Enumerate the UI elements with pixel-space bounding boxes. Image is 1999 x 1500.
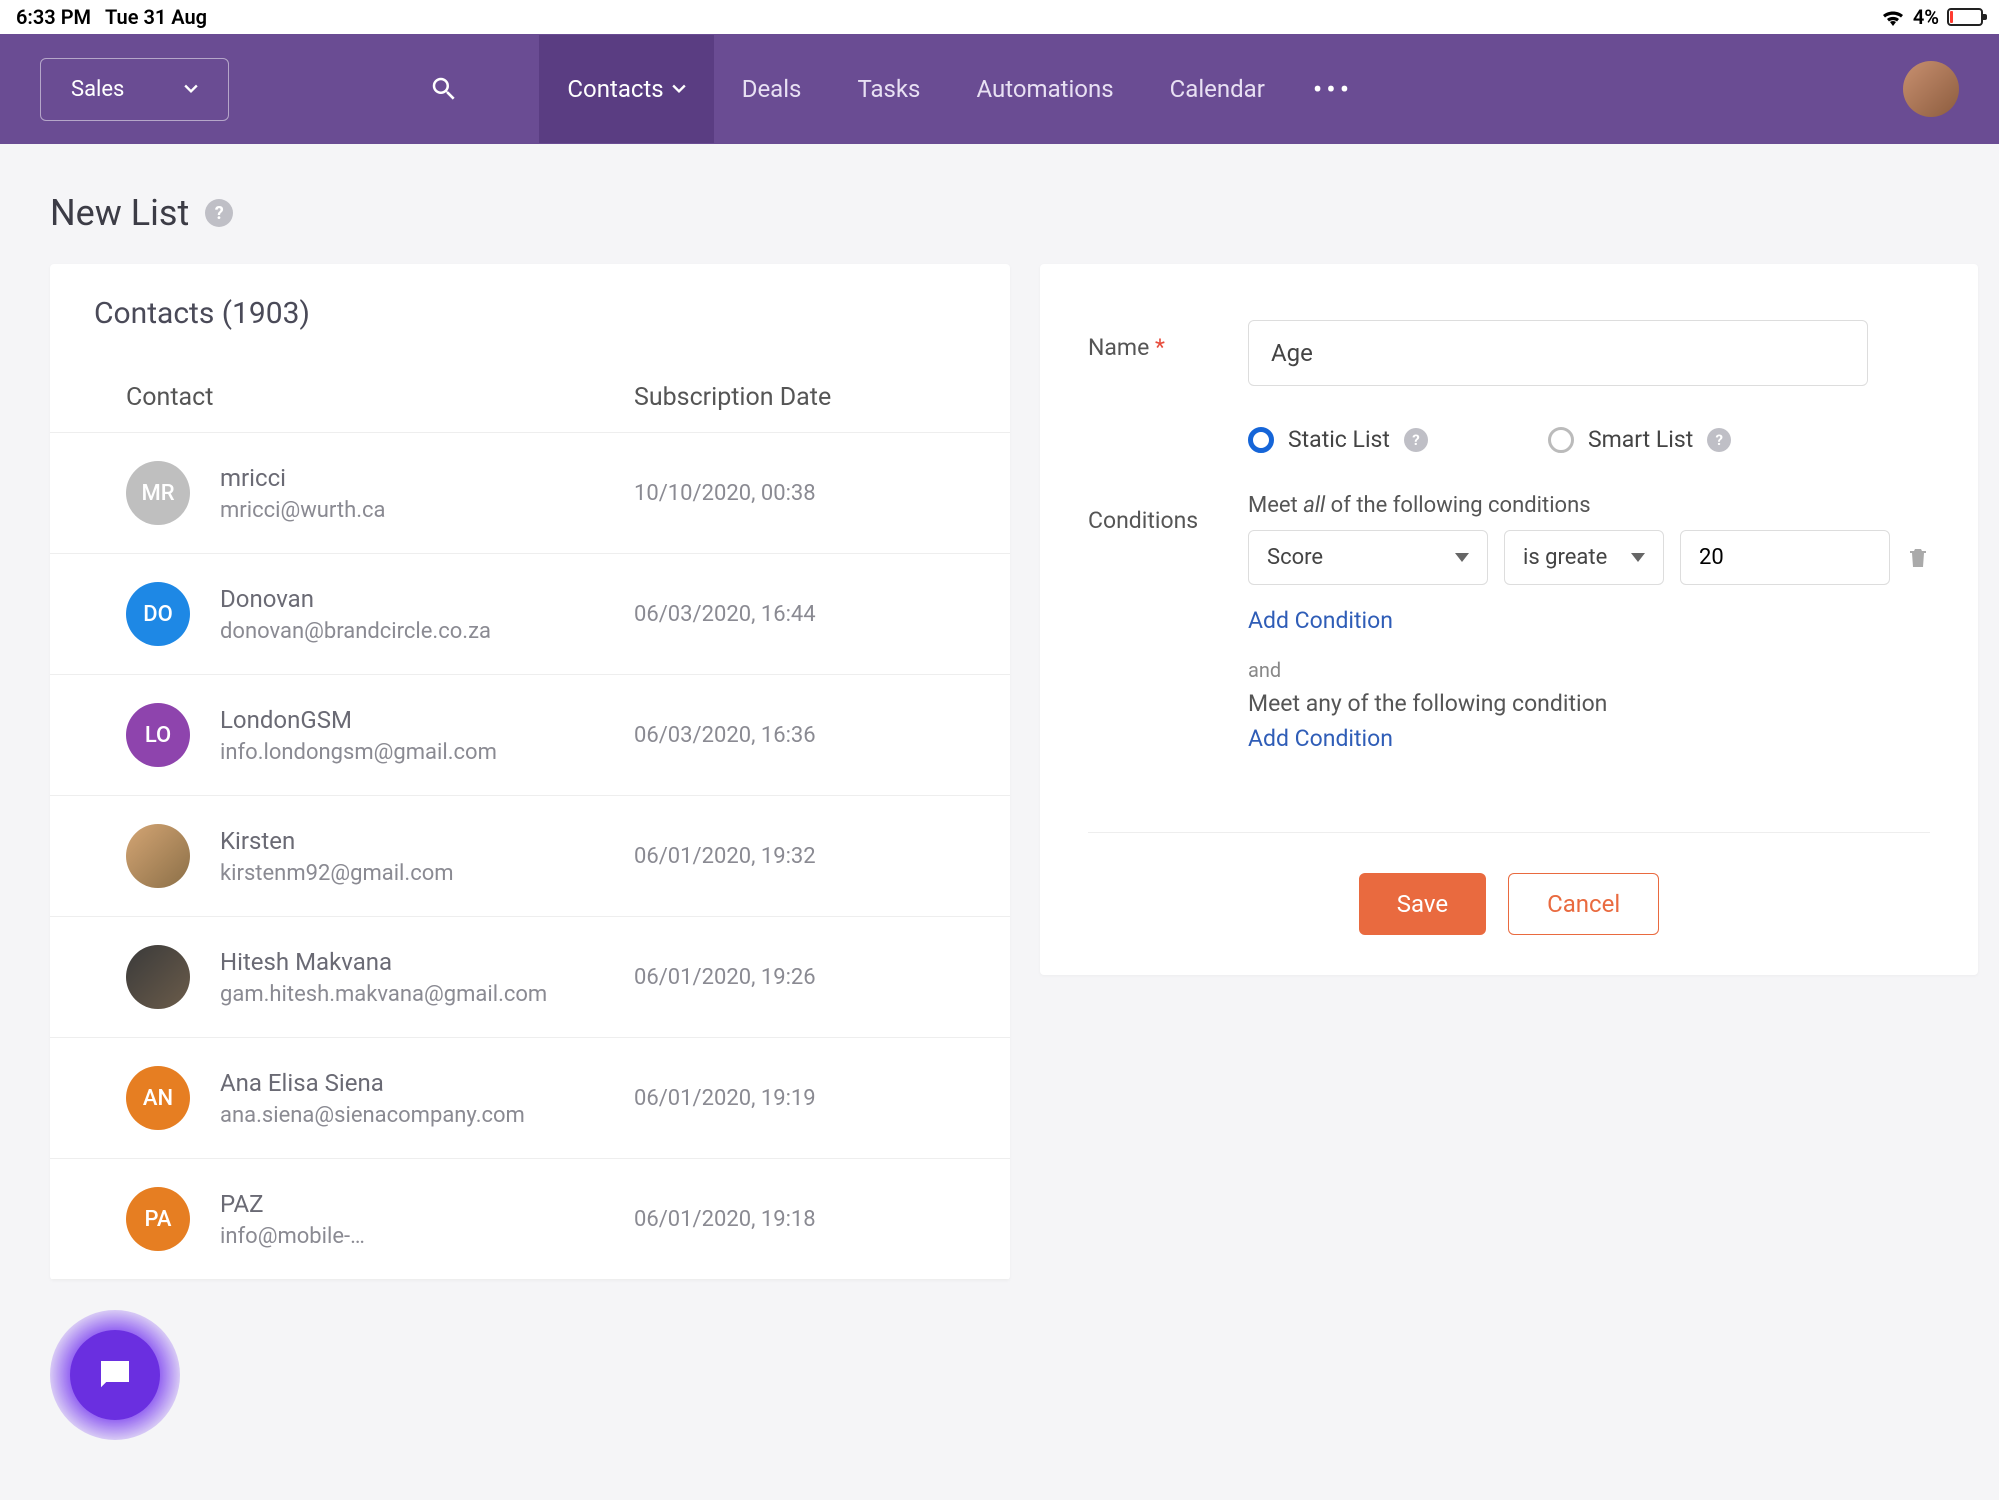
- col-date: Subscription Date: [634, 383, 934, 412]
- condition-value-input[interactable]: [1680, 530, 1890, 585]
- contact-email: donovan@brandcircle.co.za: [220, 619, 634, 644]
- smart-list-radio[interactable]: [1548, 427, 1574, 453]
- battery-percent: 4%: [1913, 5, 1939, 29]
- battery-icon: [1947, 8, 1983, 26]
- chat-icon: [94, 1354, 136, 1396]
- nav-contacts[interactable]: Contacts: [539, 35, 713, 143]
- status-time: 6:33 PM: [16, 5, 91, 29]
- chat-fab[interactable]: [50, 1310, 180, 1440]
- table-row[interactable]: DO Donovan donovan@brandcircle.co.za06/03/…: [50, 554, 1010, 675]
- and-label: and: [1248, 658, 1930, 682]
- contact-avatar: DO: [126, 582, 190, 646]
- nav-calendar-label: Calendar: [1170, 75, 1265, 103]
- contact-email: kirstenm92@gmail.com: [220, 861, 634, 886]
- trash-icon[interactable]: [1906, 545, 1930, 571]
- page-title: New List: [50, 192, 189, 234]
- contact-avatar: PA: [126, 1187, 190, 1251]
- help-icon[interactable]: ?: [205, 199, 233, 227]
- chevron-down-icon: [1631, 553, 1645, 562]
- nav-calendar[interactable]: Calendar: [1142, 35, 1293, 143]
- contact-name: Donovan: [220, 585, 634, 613]
- contact-avatar: LO: [126, 703, 190, 767]
- form-panel: Name * Static List ? Smart List ?: [1040, 264, 1978, 975]
- search-icon[interactable]: [429, 74, 459, 104]
- table-row[interactable]: Kirsten kirstenm92@gmail.com06/01/2020, 1…: [50, 796, 1010, 917]
- nav-automations[interactable]: Automations: [948, 35, 1141, 143]
- contact-avatar: AN: [126, 1066, 190, 1130]
- contact-date: 06/03/2020, 16:44: [634, 602, 934, 627]
- contact-name: LondonGSM: [220, 706, 634, 734]
- table-row[interactable]: PA PAZ info@mobile-…06/01/2020, 19:18: [50, 1159, 1010, 1280]
- help-icon[interactable]: ?: [1404, 428, 1428, 452]
- contact-date: 06/03/2020, 16:36: [634, 723, 934, 748]
- save-button[interactable]: Save: [1359, 873, 1486, 935]
- add-condition-link[interactable]: Add Condition: [1248, 607, 1930, 634]
- cancel-button[interactable]: Cancel: [1508, 873, 1659, 935]
- conditions-label: Conditions: [1088, 493, 1218, 534]
- contact-name: Ana Elisa Siena: [220, 1069, 634, 1097]
- nav-tasks[interactable]: Tasks: [829, 35, 948, 143]
- chevron-down-icon: [672, 84, 686, 94]
- contact-email: mricci@wurth.ca: [220, 498, 634, 523]
- contact-date: 06/01/2020, 19:18: [634, 1207, 934, 1232]
- table-row[interactable]: AN Ana Elisa Siena ana.siena@sienacompany.…: [50, 1038, 1010, 1159]
- status-bar: 6:33 PM Tue 31 Aug 4%: [0, 0, 1999, 34]
- nav-automations-label: Automations: [976, 75, 1113, 103]
- static-list-label: Static List: [1288, 426, 1390, 453]
- contact-name: mricci: [220, 464, 634, 492]
- contact-avatar: MR: [126, 461, 190, 525]
- contact-name: Kirsten: [220, 827, 634, 855]
- contact-email: ana.siena@sienacompany.com: [220, 1103, 634, 1128]
- add-condition-link-2[interactable]: Add Condition: [1248, 725, 1930, 752]
- condition-field-select[interactable]: Score: [1248, 530, 1488, 585]
- contact-date: 06/01/2020, 19:19: [634, 1086, 934, 1111]
- contact-avatar: [126, 945, 190, 1009]
- workspace-selector[interactable]: Sales: [40, 58, 229, 121]
- table-row[interactable]: MR mricci mricci@wurth.ca10/10/2020, 00:38: [50, 433, 1010, 554]
- contact-name: Hitesh Makvana: [220, 948, 634, 976]
- contact-email: info.londongsm@gmail.com: [220, 740, 634, 765]
- meet-all-text: Meet all of the following conditions: [1248, 493, 1930, 518]
- contact-name: PAZ: [220, 1190, 634, 1218]
- nav-deals[interactable]: Deals: [714, 35, 830, 143]
- static-list-radio[interactable]: [1248, 427, 1274, 453]
- contacts-heading: Contacts (1903): [50, 264, 1010, 363]
- nav-more[interactable]: •••: [1293, 73, 1373, 106]
- contact-email: gam.hitesh.makvana@gmail.com: [220, 982, 634, 1007]
- top-nav: Sales Contacts Deals Tasks Automations C…: [0, 34, 1999, 144]
- condition-operator-select[interactable]: is greate: [1504, 530, 1664, 585]
- status-date: Tue 31 Aug: [105, 5, 207, 29]
- smart-list-label: Smart List: [1588, 426, 1693, 453]
- contact-avatar: [126, 824, 190, 888]
- wifi-icon: [1881, 8, 1905, 26]
- user-avatar[interactable]: [1903, 61, 1959, 117]
- name-label: Name *: [1088, 320, 1218, 361]
- name-input[interactable]: [1248, 320, 1868, 386]
- help-icon[interactable]: ?: [1707, 428, 1731, 452]
- contacts-panel: Contacts (1903) Contact Subscription Dat…: [50, 264, 1010, 1280]
- workspace-label: Sales: [71, 77, 124, 102]
- meet-any-text: Meet any of the following condition: [1248, 690, 1930, 717]
- contact-date: 06/01/2020, 19:26: [634, 965, 934, 990]
- nav-contacts-label: Contacts: [567, 75, 663, 103]
- contact-email: info@mobile-…: [220, 1224, 634, 1249]
- table-row[interactable]: LO LondonGSM info.londongsm@gmail.com06/03…: [50, 675, 1010, 796]
- nav-deals-label: Deals: [742, 75, 802, 103]
- chevron-down-icon: [1455, 553, 1469, 562]
- chevron-down-icon: [184, 82, 198, 96]
- contact-date: 10/10/2020, 00:38: [634, 481, 934, 506]
- table-row[interactable]: Hitesh Makvana gam.hitesh.makvana@gmail.c…: [50, 917, 1010, 1038]
- col-contact: Contact: [126, 383, 634, 412]
- contact-date: 06/01/2020, 19:32: [634, 844, 934, 869]
- nav-tasks-label: Tasks: [857, 75, 920, 103]
